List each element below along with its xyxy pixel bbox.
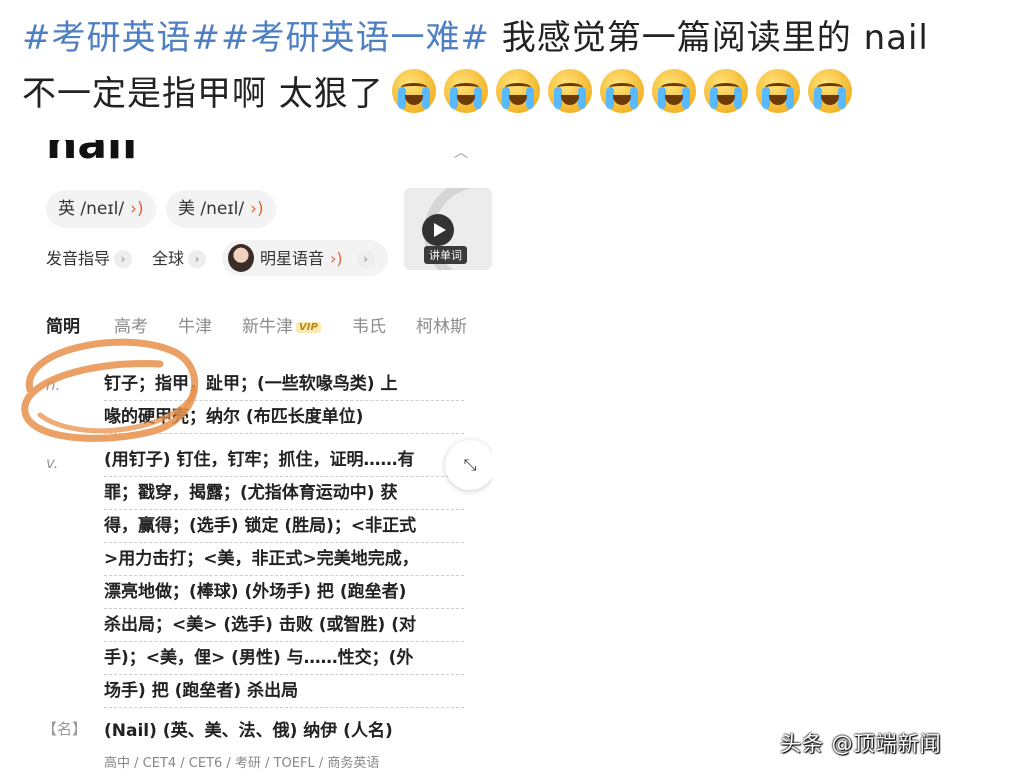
- annotation-circle: [21, 338, 199, 442]
- crying-face-icon: [443, 69, 488, 113]
- hashtag-kaoyan-english[interactable]: #考研英语#: [22, 18, 221, 58]
- verb-definition: (用钉子) 钉住，钉牢；抓住，证明……有 罪；戳穿，揭露；(尤指体育运动中) 获…: [104, 444, 464, 708]
- crying-face-icon: [755, 69, 800, 113]
- hashtag-kaoyan-english-hard[interactable]: #考研英语一难#: [221, 18, 490, 58]
- pron-uk-label: 英: [58, 199, 75, 219]
- guide-label: 发音指导: [46, 249, 111, 268]
- pron-uk-ipa: /neɪl/: [80, 199, 125, 219]
- video-thumbnail[interactable]: 讲单词: [404, 188, 492, 270]
- pron-uk-button[interactable]: 英 /neɪl/›): [46, 190, 156, 228]
- collapse-icon[interactable]: ︿: [450, 142, 472, 161]
- pronunciation-guide-link[interactable]: 发音指导 ›: [46, 246, 133, 272]
- crying-face-icon: [651, 69, 696, 113]
- vip-badge: VIP: [296, 322, 321, 333]
- verb-def-line: 罪；戳穿，揭露；(尤指体育运动中) 获: [104, 477, 464, 510]
- avatar: [228, 244, 254, 272]
- pos-name: 【名】: [42, 720, 88, 738]
- chevron-right-icon: ›: [188, 250, 207, 268]
- crying-face-icon: [547, 69, 592, 113]
- pron-us-ipa: /neɪl/: [200, 199, 245, 219]
- verb-def-line: 得，赢得；(选手) 锁定 (胜局)；<非正式: [104, 510, 464, 543]
- exam-levels: 高中 / CET4 / CET6 / 考研 / TOEFL / 商务英语: [104, 756, 380, 771]
- expand-icon[interactable]: ⤡: [445, 440, 492, 490]
- chevron-right-icon: ›: [114, 250, 133, 268]
- post-line-2: 不一定是指甲啊 太狠了: [22, 66, 1002, 122]
- verb-def-line: 漂亮地做；(棒球) (外场手) 把 (跑垒者): [104, 576, 464, 609]
- crying-face-icon: [703, 69, 748, 113]
- crying-face-icon: [807, 69, 852, 113]
- speaker-icon: ›): [250, 199, 264, 219]
- tab-new-oxford[interactable]: 新牛津 VIP: [242, 312, 321, 337]
- play-icon[interactable]: [422, 214, 454, 246]
- verb-def-line: 手)；<美，俚> (男性) 与……性交；(外: [104, 642, 464, 675]
- star-voice-label: 明星语音: [260, 249, 325, 268]
- verb-def-line: >用力击打；<美，非正式>完美地完成，: [104, 543, 464, 576]
- post-text-1: 我感觉第一篇阅读里的 nail: [489, 18, 929, 58]
- post-line-1: #考研英语##考研英语一难# 我感觉第一篇阅读里的 nail: [22, 10, 1002, 66]
- speaker-icon: ›): [330, 249, 343, 268]
- crying-face-icon: [495, 69, 540, 113]
- weibo-post-text: #考研英语##考研英语一难# 我感觉第一篇阅读里的 nail 不一定是指甲啊 太…: [22, 10, 1002, 122]
- video-caption: 讲单词: [424, 246, 467, 264]
- watermark: 头条 @顶端新闻: [780, 732, 942, 756]
- emoji-row: [384, 69, 852, 114]
- post-text-2: 不一定是指甲啊 太狠了: [22, 74, 384, 114]
- pron-us-label: 美: [178, 199, 195, 219]
- global-label: 全球: [152, 249, 185, 268]
- global-pron-link[interactable]: 全球 ›: [152, 246, 207, 272]
- headword: nail: [46, 140, 138, 169]
- crying-face-icon: [599, 69, 644, 113]
- tab-collins[interactable]: 柯林斯: [416, 312, 467, 337]
- name-definition: (Nail) (英、美、法、俄) 纳伊 (人名): [104, 721, 393, 741]
- speaker-icon: ›): [130, 199, 144, 219]
- star-voice-label-wrap[interactable]: 明星语音 ›) ›: [260, 246, 375, 272]
- chevron-right-icon: ›: [356, 250, 375, 268]
- crying-face-icon: [391, 69, 436, 113]
- tab-webster[interactable]: 韦氏: [352, 312, 386, 337]
- pron-us-button[interactable]: 美 /neɪl/›): [166, 190, 276, 228]
- tab-new-oxford-label: 新牛津: [242, 317, 293, 337]
- verb-def-line: 场手) 把 (跑垒者) 杀出局: [104, 675, 464, 708]
- verb-def-line: 杀出局；<美> (选手) 击败 (或智胜) (对: [104, 609, 464, 642]
